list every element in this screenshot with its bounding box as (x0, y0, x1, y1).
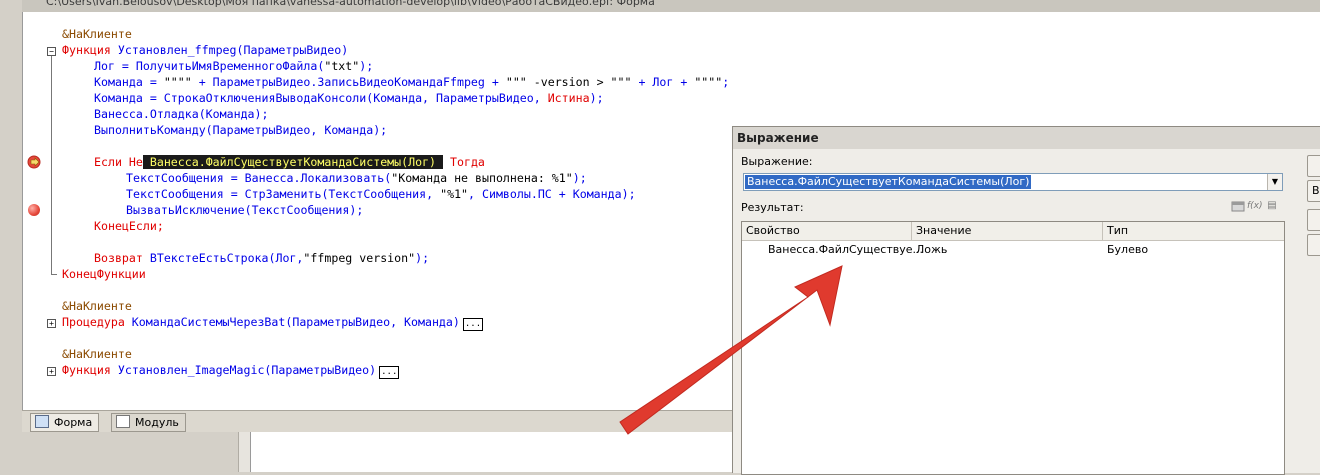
code-text: + Лог + (631, 75, 695, 89)
code-text: + ПараметрыВидео.ЗаписьВидеоКомандаFfmpe… (191, 75, 506, 89)
keyword: Возврат (94, 251, 143, 265)
tab-label: Форма (54, 416, 93, 429)
dialog-button[interactable] (1307, 209, 1320, 231)
fold-guide (51, 56, 52, 274)
string-literal: """ -version > """ (505, 75, 632, 89)
code-line: КонецЕсли; (94, 219, 164, 233)
keyword: Функция (62, 363, 111, 377)
print-icon[interactable]: ▤ (1265, 199, 1279, 213)
code-text: ); (572, 171, 587, 185)
collapsed-block-button[interactable]: ... (462, 318, 484, 331)
code-line: ТекстСообщения = Ванесса.Локализовать("К… (126, 170, 587, 186)
code-line: ТекстСообщения = СтрЗаменить(ТекстСообще… (126, 186, 636, 202)
fold-guide-end (51, 274, 57, 275)
code-text: ); (359, 59, 374, 73)
column-header-type[interactable]: Тип (1103, 222, 1284, 240)
result-label: Результат: (741, 201, 804, 214)
string-literal: "Команда не выполнена: %1" (391, 171, 573, 185)
tab-module[interactable]: Модуль (111, 413, 186, 432)
lower-content-area (250, 432, 741, 472)
code-text: КомандаСистемыЧерезBat(ПараметрыВидео, К… (124, 315, 460, 329)
module-icon (116, 415, 130, 428)
keyword: Истина (547, 91, 590, 105)
code-line: &НаКлиенте (62, 299, 132, 313)
code-text: ТекстСообщения = СтрЗаменить(ТекстСообще… (126, 187, 441, 201)
dialog-title: Выражение (733, 127, 1320, 149)
code-line: Команда = """" + ПараметрыВидео.ЗаписьВи… (94, 74, 729, 90)
code-text: Команда = СтрокаОтключенияВыводаКонсоли(… (94, 91, 548, 105)
string-literal: "ffmpeg version" (303, 251, 416, 265)
current-breakpoint-icon[interactable] (27, 155, 41, 169)
function-icon[interactable]: f(x) (1247, 199, 1263, 213)
code-text: Установлен_ImageMagic(ПараметрыВидео) (110, 363, 377, 377)
string-literal: """" (163, 75, 192, 89)
cell-property: Ванесса.ФайлСуществуе... (768, 243, 923, 256)
fold-expand-icon[interactable]: + (47, 367, 56, 376)
breakpoint-icon[interactable] (28, 204, 40, 216)
code-line: &НаКлиенте (62, 347, 132, 361)
code-line: Ванесса.Отладка(Команда); (94, 107, 269, 121)
code-line: &НаКлиенте (62, 27, 132, 41)
cell-type: Булево (1107, 243, 1149, 256)
code-line: Лог = ПолучитьИмяВременногоФайла("txt"); (94, 58, 373, 74)
code-line: Если Не Ванесса.ФайлСуществуетКомандаСис… (94, 154, 485, 170)
table-header: Свойство Значение Тип (742, 222, 1284, 241)
column-header-value[interactable]: Значение (912, 222, 1103, 240)
code-text: ВТекстеЕстьСтрока(Лог, (142, 251, 304, 265)
code-line: КонецФункции (62, 267, 146, 281)
string-literal: "txt" (324, 59, 360, 73)
code-line: Процедура КомандаСистемыЧерезBat(Парамет… (62, 314, 484, 331)
expression-label: Выражение: (741, 155, 813, 168)
code-line: Функция Установлен_ffmpeg(ПараметрыВидео… (62, 42, 348, 58)
tab-label: Модуль (135, 416, 179, 429)
dialog-button[interactable]: Вы (1307, 180, 1320, 202)
lower-panel (22, 432, 741, 472)
dialog-button[interactable] (1307, 234, 1320, 256)
table-icon[interactable] (1231, 199, 1245, 213)
string-literal: "%1" (440, 187, 469, 201)
window-titlebar: C:\Users\Ivan.Belousov\Desktop\Моя папка… (22, 0, 1320, 12)
expression-value[interactable]: Ванесса.ФайлСуществуетКомандаСистемы(Лог… (745, 175, 1032, 189)
expression-input[interactable]: Ванесса.ФайлСуществуетКомандаСистемы(Лог… (743, 173, 1283, 191)
dialog-button[interactable] (1307, 155, 1320, 177)
code-text: ); (589, 91, 604, 105)
code-text: , Символы.ПС + Команда); (468, 187, 636, 201)
expression-dialog: Выражение Выражение: Ванесса.ФайлСуществ… (732, 126, 1320, 475)
keyword: Процедура (62, 315, 125, 329)
fold-expand-icon[interactable]: + (47, 319, 56, 328)
code-text: Установлен_ffmpeg(ПараметрыВидео) (110, 43, 349, 57)
editor-tabs: Форма Модуль (22, 410, 742, 433)
keyword: Если Не (94, 155, 143, 169)
fold-collapse-icon[interactable]: − (47, 47, 56, 56)
code-line: Возврат ВТекстеЕстьСтрока(Лог,"ffmpeg ve… (94, 250, 429, 266)
code-text: ; (722, 75, 730, 89)
code-line: ВыполнитьКоманду(ПараметрыВидео, Команда… (94, 123, 388, 137)
keyword: Функция (62, 43, 111, 57)
window-title: C:\Users\Ivan.Belousov\Desktop\Моя папка… (46, 0, 655, 8)
code-line: Функция Установлен_ImageMagic(ПараметрыВ… (62, 362, 400, 379)
cell-value: Ложь (916, 243, 948, 256)
form-icon (35, 415, 49, 428)
chevron-down-icon[interactable]: ▼ (1267, 174, 1282, 190)
code-line: Команда = СтрокаОтключенияВыводаКонсоли(… (94, 90, 604, 106)
string-literal: """" (694, 75, 723, 89)
code-line: ВызватьИсключение(ТекстСообщения); (126, 203, 364, 217)
collapsed-block-button[interactable]: ... (379, 366, 400, 379)
code-text: Команда = (94, 75, 164, 89)
code-text: ); (415, 251, 430, 265)
code-text: ТекстСообщения = Ванесса.Локализовать( (126, 171, 392, 185)
result-table[interactable]: Свойство Значение Тип Ванесса.ФайлСущест… (741, 221, 1285, 475)
column-header-property[interactable]: Свойство (742, 222, 912, 240)
code-text: Лог = ПолучитьИмяВременногоФайла( (94, 59, 325, 73)
selected-expression[interactable]: Ванесса.ФайлСуществуетКомандаСистемы(Лог… (142, 155, 444, 169)
tab-form[interactable]: Форма (30, 413, 100, 432)
keyword: Тогда (450, 155, 485, 169)
